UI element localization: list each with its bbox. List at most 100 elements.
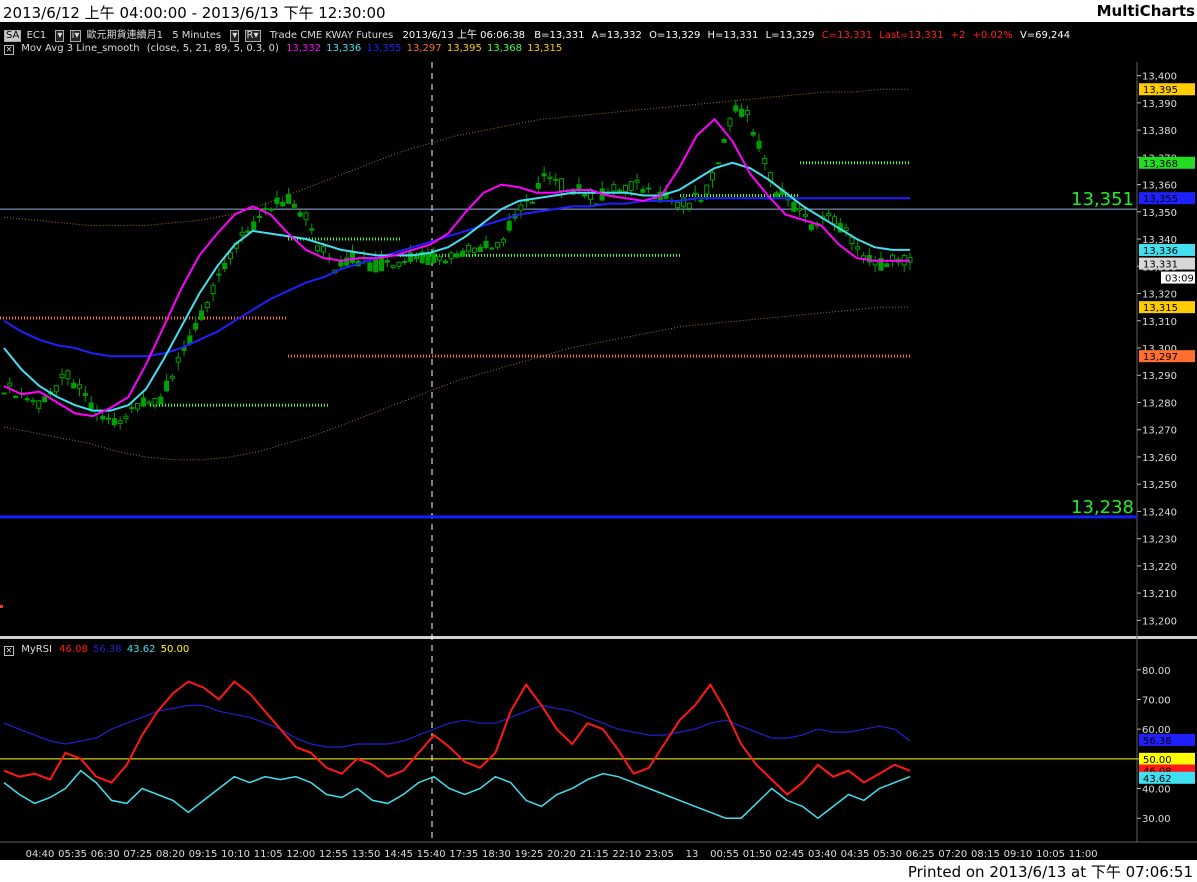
candle-body (367, 262, 373, 272)
time-tick-label: 11:05 (254, 849, 283, 860)
ma-value-slow: 13,355 (366, 43, 402, 54)
candle-body (53, 385, 59, 393)
rsi-value-red: 46.08 (59, 644, 88, 655)
candle-body (42, 396, 48, 403)
price-tag-label: 13,395 (1143, 85, 1178, 96)
price-tag-label: 13,331 (1143, 260, 1178, 271)
ma-toggle-checkbox[interactable]: ✕ (4, 45, 14, 55)
candle-body (129, 407, 135, 410)
candle-body (773, 192, 779, 198)
rsi-tag-label: 56.38 (1143, 736, 1172, 747)
candle-body (106, 417, 112, 420)
candle-body (146, 401, 152, 404)
candle-body (88, 402, 94, 410)
ma-value-green: 13,368 (487, 43, 523, 54)
time-tick-label: 07:25 (123, 849, 152, 860)
title-bar: 2013/6/12 上午 04:00:00 - 2013/6/13 下午 12:… (0, 0, 1197, 22)
time-tick-label: 05:35 (58, 849, 87, 860)
time-tick-label: 19:25 (515, 849, 544, 860)
candle-body (349, 251, 355, 264)
price-tick-label: 13,200 (1142, 616, 1177, 627)
print-timestamp: Printed on 2013/6/13 at 下午 07:06:51 (907, 863, 1193, 881)
price-tick-label: 13,210 (1142, 589, 1177, 600)
time-tick-label: 10:10 (221, 849, 250, 860)
candle-body (1, 392, 7, 395)
candle-body (547, 176, 553, 179)
time-tick-label: 03:40 (808, 849, 837, 860)
change: +2 (950, 30, 966, 41)
ma-legend: ✕ Mov Avg 3 Line_smooth (close, 5, 21, 8… (4, 43, 562, 55)
time-tick-label: 06:25 (906, 849, 935, 860)
candle-body (390, 265, 396, 269)
r-button[interactable]: R▾ (244, 30, 261, 42)
info-icon[interactable]: i▾ (69, 30, 82, 42)
price-tick-label: 13,380 (1142, 126, 1177, 137)
price-tick-label: 13,290 (1142, 371, 1177, 382)
candle-body (239, 231, 245, 236)
ma-params: (close, 5, 21, 89, 5, 0.3, 0) (146, 43, 279, 54)
pane-divider (0, 636, 1197, 639)
price-tick-label: 13,240 (1142, 507, 1177, 518)
time-tick-label: 18:30 (482, 849, 511, 860)
candle-body (384, 260, 390, 263)
data-desc: Trade CME KWAY Futures (269, 30, 394, 41)
time-tick-label: 11:00 (1069, 849, 1098, 860)
candle-body (640, 189, 646, 193)
price-tick-label: 13,400 (1142, 72, 1177, 83)
candle-body (721, 138, 727, 143)
r-label: R (246, 30, 254, 41)
last: Last=13,331 (879, 30, 944, 41)
candle-body (274, 197, 280, 204)
candle-body (82, 393, 88, 396)
marker (0, 605, 3, 608)
time-tick-label: 07:20 (938, 849, 967, 860)
price-tick-label: 13,220 (1142, 562, 1177, 573)
time-tick-label: 05:30 (873, 849, 902, 860)
candle-body (710, 172, 716, 181)
time-tick-label: 22:10 (612, 849, 641, 860)
ma-name: Mov Avg 3 Line_smooth (21, 43, 140, 54)
candle-body (251, 221, 257, 230)
brand-logo: MultiCharts (1096, 2, 1195, 20)
candle-body (257, 215, 263, 218)
price-tag-label: 13,297 (1143, 352, 1178, 363)
candle-body (791, 201, 797, 212)
candle-body (164, 380, 170, 392)
ma-value-lower: 13,315 (527, 43, 563, 54)
high: H=13,331 (707, 30, 759, 41)
footer: Printed on 2013/6/13 at 下午 07:06:51 (0, 860, 1197, 881)
candle-body (535, 183, 541, 189)
time-tick-label: 04:40 (26, 849, 55, 860)
rsi-toggle-checkbox[interactable]: ✕ (4, 646, 14, 656)
time-tick-label: 09:15 (189, 849, 218, 860)
rsi-tag-label: 50.00 (1143, 755, 1172, 766)
candle-body (559, 178, 565, 192)
time-tick-label: 01:50 (743, 849, 772, 860)
candle-body (378, 258, 385, 272)
candle-body (466, 244, 472, 252)
chart-area[interactable]: 13,200 13,210 13,220 13,230 13,240 13,250 13,2… (0, 22, 1197, 860)
instrument-name: 歐元期貨連續月1 (86, 30, 164, 41)
dropdown-icon[interactable]: ▾ (55, 30, 65, 42)
symbol-label: EC1 (26, 30, 47, 41)
candle-body (413, 256, 419, 260)
candle-body (553, 178, 559, 181)
ma-fast-line (3, 117, 910, 418)
ma-value-fast: 13,332 (286, 43, 322, 54)
rsi-value-mid: 50.00 (160, 644, 190, 655)
candle-body (198, 310, 204, 320)
price-tick-label: 13,310 (1142, 317, 1177, 328)
ma-value-upper: 13,395 (446, 43, 482, 54)
reference-line-label: 13,351 (1071, 189, 1134, 210)
interval-dropdown-icon[interactable]: ▾ (230, 30, 240, 42)
chart-canvas[interactable]: 13,200 13,210 13,220 13,230 13,240 13,250 13,2… (0, 22, 1197, 860)
change-pct: +0.02% (972, 30, 1013, 41)
sa-button[interactable]: SA (4, 30, 22, 42)
candle-body (750, 131, 756, 136)
candle-body (204, 301, 210, 309)
price-tick-label: 13,350 (1142, 208, 1177, 219)
price-tag-label: 13,368 (1143, 159, 1178, 170)
candle-body (733, 105, 739, 112)
candle-body (831, 216, 838, 225)
chart-date-range: 2013/6/12 上午 04:00:00 - 2013/6/13 下午 12:… (3, 4, 386, 22)
